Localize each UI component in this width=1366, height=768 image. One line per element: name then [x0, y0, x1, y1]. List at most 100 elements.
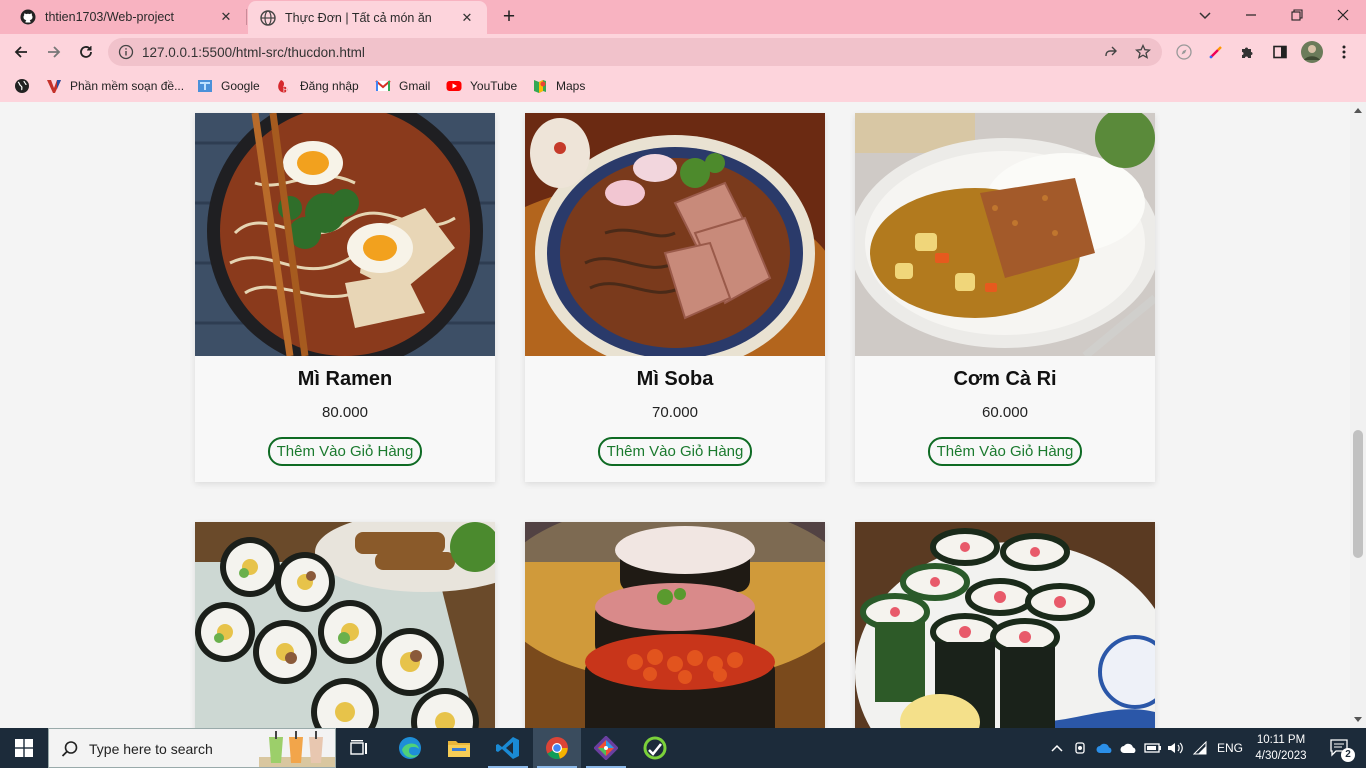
menu-card-kimbap — [195, 522, 495, 728]
info-icon[interactable] — [118, 44, 134, 60]
taskbar-search-box[interactable]: Type here to search — [48, 728, 336, 768]
speaker-icon — [1168, 742, 1183, 754]
new-tab-button[interactable]: + — [497, 5, 521, 29]
add-to-cart-button[interactable]: Thêm Vào Giỏ Hàng — [597, 437, 753, 466]
bookmark-label: Đăng nhập — [300, 79, 359, 93]
tray-language[interactable]: ENG — [1214, 728, 1246, 768]
chevron-down-icon — [1199, 12, 1211, 20]
reload-icon — [80, 46, 92, 58]
clock-time: 10:11 PM — [1256, 734, 1306, 746]
puzzle-icon — [1242, 47, 1253, 58]
bookmark-label: Gmail — [399, 79, 431, 93]
food-image-gunkan — [525, 522, 825, 728]
bookmark-item[interactable]: H Đăng nhập — [276, 76, 359, 96]
windows-taskbar: Type here to search ENG 10:11 PM 4/30/20… — [0, 728, 1366, 768]
taskbar-git[interactable] — [582, 728, 630, 768]
bookmark-item[interactable]: Google — [197, 76, 260, 96]
windows-logo-icon — [15, 739, 33, 757]
svg-text:H: H — [283, 87, 288, 94]
bookmark-item[interactable]: Maps — [532, 76, 585, 96]
battery-icon — [1144, 743, 1161, 753]
food-name: Mì Ramen — [297, 368, 393, 390]
close-window-button[interactable] — [1320, 0, 1366, 30]
tray-onedrive[interactable] — [1094, 728, 1116, 768]
browser-toolbar: 127.0.0.1:5500/html-src/thucdon.html — [0, 34, 1366, 70]
menu-card-gunkan — [525, 522, 825, 728]
scroll-down-arrow[interactable] — [1350, 712, 1366, 728]
close-icon[interactable]: ✕ — [459, 10, 475, 26]
start-button[interactable] — [0, 728, 48, 768]
bookmark-item[interactable]: Gmail — [375, 76, 430, 96]
food-price: 70.000 — [652, 404, 698, 421]
scroll-up-arrow[interactable] — [1350, 102, 1366, 118]
tray-network[interactable] — [1190, 728, 1212, 768]
scrollbar-thumb[interactable] — [1353, 430, 1363, 558]
close-icon[interactable]: ✕ — [218, 9, 234, 25]
tray-overflow-button[interactable] — [1046, 728, 1068, 768]
git-icon — [594, 736, 618, 760]
google-icon — [198, 80, 212, 92]
bookmark-apps[interactable] — [14, 76, 38, 96]
share-icon[interactable] — [1102, 43, 1120, 61]
tray-volume[interactable] — [1164, 728, 1186, 768]
task-view-button[interactable] — [336, 728, 384, 768]
food-image-maki — [855, 522, 1155, 728]
minimize-button[interactable] — [1228, 0, 1274, 30]
tab-github[interactable]: thtien1703/Web-project ✕ — [8, 0, 247, 34]
url-text[interactable]: 127.0.0.1:5500/html-src/thucdon.html — [142, 45, 365, 60]
arrow-left-icon — [14, 46, 27, 58]
menu-card-maki — [855, 522, 1155, 728]
folder-icon — [448, 741, 470, 757]
browser-menu-button[interactable] — [1332, 40, 1356, 64]
tray-battery[interactable] — [1142, 728, 1164, 768]
tray-meet-now[interactable] — [1070, 728, 1092, 768]
search-icon — [61, 741, 78, 757]
cloud-icon — [1120, 743, 1136, 753]
notification-badge: 2 — [1341, 748, 1355, 762]
tray-cloud[interactable] — [1118, 728, 1140, 768]
side-panel-icon — [1273, 45, 1287, 59]
tab-title: Thực Đơn | Tất cả món ăn — [285, 10, 432, 25]
star-icon[interactable] — [1134, 43, 1152, 61]
taskbar-file-explorer[interactable] — [435, 728, 483, 768]
action-center-button[interactable]: 2 — [1320, 728, 1360, 768]
taskbar-edge[interactable] — [386, 728, 434, 768]
add-to-cart-button[interactable]: Thêm Vào Giỏ Hàng — [927, 437, 1083, 466]
page-viewport: Mì Ramen 80.000 Thêm Vào Giỏ Hàng Mì Sob… — [0, 102, 1350, 728]
side-panel-button[interactable] — [1268, 40, 1292, 64]
wifi-icon — [1193, 741, 1207, 755]
onedrive-icon — [1096, 743, 1112, 753]
color-picker-extension-button[interactable] — [1204, 40, 1228, 64]
page-scrollbar[interactable] — [1350, 102, 1366, 728]
forward-button[interactable] — [42, 40, 66, 64]
bookmark-label: YouTube — [470, 79, 518, 93]
bookmark-item[interactable]: Phần mềm soạn đề... — [46, 76, 184, 96]
bookmark-item[interactable]: YouTube — [446, 76, 517, 96]
caret-down-icon — [1354, 717, 1362, 722]
add-to-cart-button[interactable]: Thêm Vào Giỏ Hàng — [267, 437, 423, 466]
tab-title: thtien1703/Web-project — [45, 10, 175, 24]
food-image-curry — [855, 113, 1155, 356]
tab-search-button[interactable] — [1182, 0, 1228, 30]
taskbar-chrome[interactable] — [533, 728, 581, 768]
globe-icon — [15, 79, 29, 93]
reload-button[interactable] — [74, 40, 98, 64]
taskbar-greenshot[interactable] — [631, 728, 679, 768]
kebab-menu-icon — [1342, 45, 1346, 59]
menu-card-ramen: Mì Ramen 80.000 Thêm Vào Giỏ Hàng — [195, 113, 495, 482]
tab-thucdon[interactable]: Thực Đơn | Tất cả món ăn ✕ — [248, 1, 487, 34]
address-bar[interactable]: 127.0.0.1:5500/html-src/thucdon.html — [108, 38, 1162, 66]
extensions-button[interactable] — [1236, 40, 1260, 64]
food-image-kimbap — [195, 522, 495, 728]
bookmark-label: Phần mềm soạn đề... — [70, 79, 185, 93]
back-button[interactable] — [9, 40, 33, 64]
profile-avatar[interactable] — [1300, 40, 1324, 64]
taskbar-vscode[interactable] — [484, 728, 532, 768]
taskbar-clock[interactable]: 10:11 PM 4/30/2023 — [1248, 732, 1314, 764]
minimize-icon — [1246, 14, 1256, 16]
restore-button[interactable] — [1274, 0, 1320, 30]
clock-date: 4/30/2023 — [1255, 750, 1307, 762]
compass-extension-button[interactable] — [1172, 40, 1196, 64]
browser-chrome: thtien1703/Web-project ✕ Thực Đơn | Tất … — [0, 0, 1366, 102]
restore-icon — [1291, 9, 1303, 21]
